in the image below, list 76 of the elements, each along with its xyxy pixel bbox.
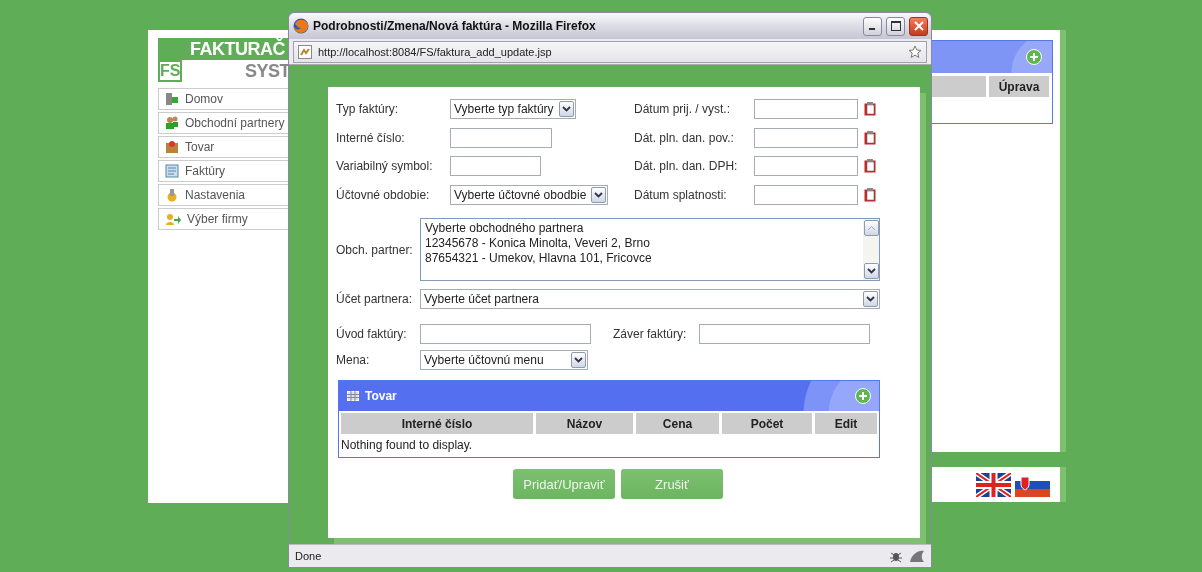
column-header[interactable]: Edit (815, 413, 877, 434)
date-field[interactable] (754, 184, 858, 205)
field-label: Záver faktúry: (613, 327, 688, 341)
computer-icon (165, 92, 179, 106)
menu-item[interactable]: Faktúry (158, 160, 290, 182)
logo: FAKTURAČ FS SYST (158, 38, 290, 82)
list-option[interactable]: Vyberte obchodného partnera (425, 221, 859, 236)
grid-title: Tovar (365, 389, 398, 403)
people-icon (165, 212, 181, 226)
close-icon (913, 21, 924, 31)
document-icon (165, 164, 179, 178)
field-label: Typ faktúry: (336, 102, 400, 117)
caret-icon (866, 296, 875, 302)
field-label: Variabilný symbol: (336, 159, 434, 174)
input-field[interactable] (699, 324, 870, 344)
menu-item[interactable]: Domov (158, 88, 290, 110)
caret-icon (867, 225, 876, 231)
calendar-icon[interactable] (864, 159, 876, 174)
field-label: Účtovné obdobie: (336, 187, 431, 202)
caret-icon (594, 191, 604, 198)
menu-item[interactable]: Výber firmy (158, 208, 290, 230)
field-label: Interné číslo: (336, 130, 406, 145)
gear-icon (165, 188, 179, 202)
box-icon (165, 140, 179, 154)
list-option[interactable]: 87654321 - Umekov, Hlavna 101, Fricovce (425, 251, 859, 266)
field-label: Dátum prij. / vyst.: (634, 102, 732, 117)
dropdown[interactable]: Vyberte účtovné obodbie (450, 184, 609, 205)
table-icon (347, 391, 359, 401)
caret-icon (574, 357, 583, 363)
minimize-button[interactable] (863, 16, 882, 36)
page-icon (298, 44, 312, 59)
maximize-button[interactable] (886, 16, 905, 36)
address-bar[interactable]: http://localhost:8084/FS/faktura_add_update.jsp (293, 40, 927, 63)
field-label: Úvod faktúry: (336, 327, 408, 341)
scrollbar[interactable] (863, 219, 879, 280)
column-header[interactable]: Interné číslo (341, 413, 533, 434)
caret-icon (561, 106, 571, 113)
field-label: Dát. pln. dan. DPH: (634, 159, 739, 174)
dropdown[interactable]: Vyberte účtovnú menu (420, 350, 588, 370)
field-label: Mena: (336, 353, 371, 367)
field-label: Dátum splatnosti: (634, 187, 728, 202)
add-icon[interactable] (855, 388, 871, 404)
dropdown[interactable]: Vyberte typ faktúry (450, 99, 576, 120)
column-header[interactable]: Názov (536, 413, 633, 434)
empty-message: Nothing found to display. (340, 437, 474, 454)
people-icon (165, 116, 179, 130)
field-label: Účet partnera: (336, 292, 414, 306)
menu-item[interactable]: Tovar (158, 136, 290, 158)
british-flag-icon[interactable] (976, 472, 1011, 497)
date-field[interactable] (754, 156, 858, 177)
column-header[interactable]: Cena (636, 413, 719, 434)
list-option[interactable]: 12345678 - Konica Minolta, Veveri 2, Brno (425, 236, 859, 251)
input-field[interactable] (450, 127, 552, 148)
calendar-icon[interactable] (864, 102, 876, 117)
calendar-icon[interactable] (864, 187, 876, 202)
browser-logo-icon (293, 18, 309, 34)
input-field[interactable] (450, 156, 541, 177)
dropdown[interactable]: Vyberte účet partnera (420, 289, 880, 309)
menu-item[interactable]: Obchodní partnery (158, 112, 290, 134)
date-field[interactable] (754, 127, 858, 148)
partner-list[interactable]: Vyberte obchodného partnera 12345678 - Konica Minolta, Veveri 2, Brno 87654321 - Umekov, Hlavna 101, Fricovce (420, 218, 880, 281)
input-field[interactable] (420, 324, 591, 344)
url-text: http://localhost:8084/FS/faktura_add_update.jsp (318, 45, 553, 58)
add-icon[interactable] (1026, 49, 1042, 65)
window-title: Podrobnosti/Zmena/Nová faktúra - Mozilla Firefox (313, 19, 597, 33)
column-header[interactable]: Počet (722, 413, 812, 434)
calendar-icon[interactable] (864, 130, 876, 145)
field-label: Obch. partner: (336, 242, 414, 257)
caret-icon (867, 268, 876, 274)
column-header: Úprava (989, 76, 1049, 97)
field-label: Dát. pln. dan. pov.: (634, 130, 735, 145)
status-text: Done (295, 550, 323, 562)
star-icon[interactable] (908, 44, 922, 59)
close-button[interactable] (909, 16, 928, 36)
maximize-icon (890, 21, 901, 31)
date-field[interactable] (754, 99, 858, 120)
